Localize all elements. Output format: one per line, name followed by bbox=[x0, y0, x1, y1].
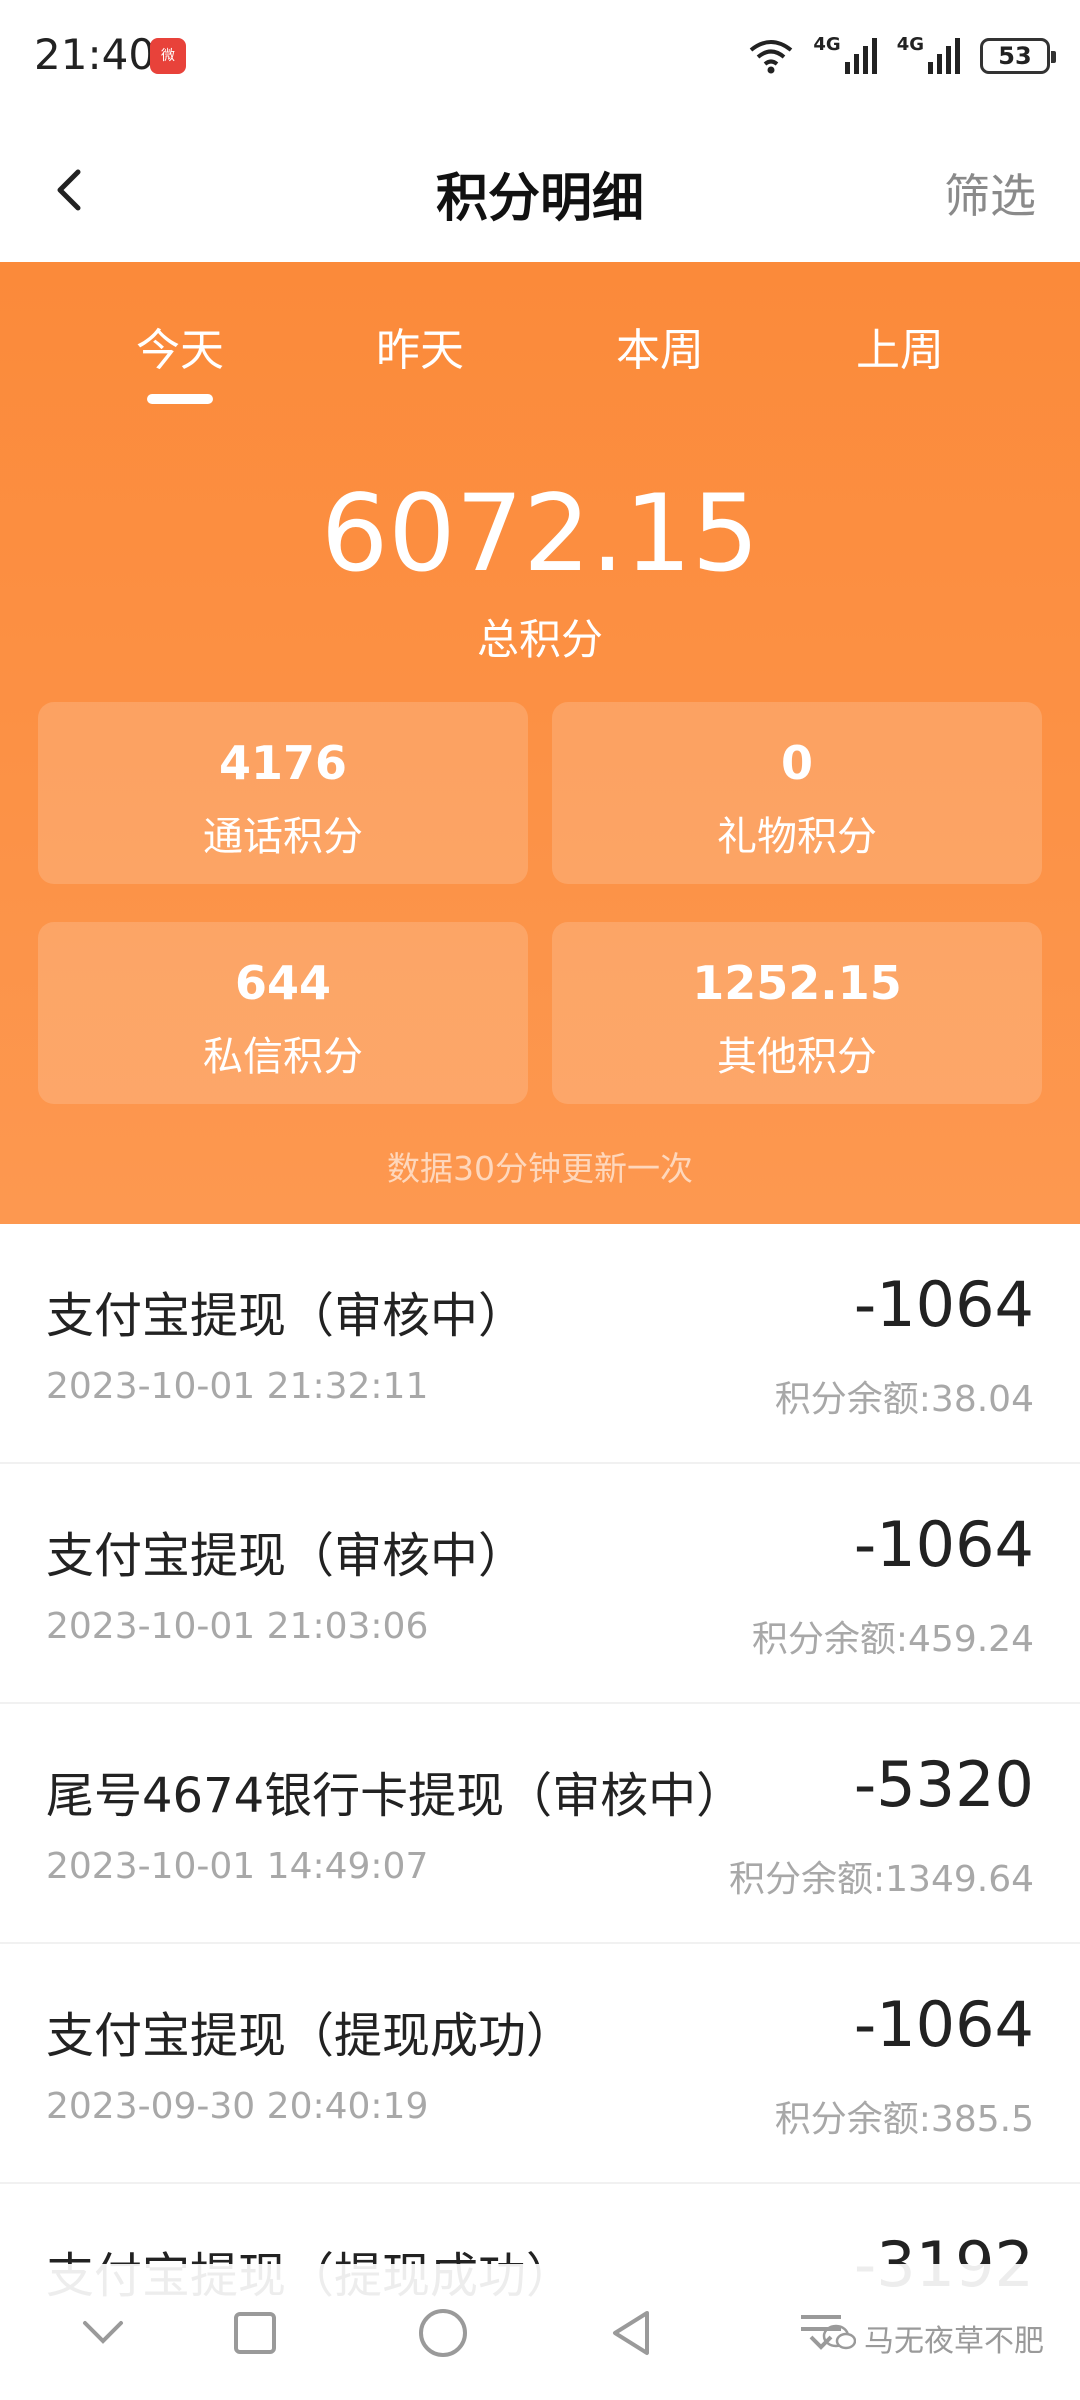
back-triangle-icon[interactable] bbox=[596, 2298, 666, 2368]
filter-button[interactable]: 筛选 bbox=[944, 160, 1036, 226]
record-time: 2023-10-01 21:32:11 bbox=[46, 1366, 429, 1407]
record-title: 支付宝提现（审核中） bbox=[46, 1288, 527, 1344]
home-icon[interactable] bbox=[408, 2298, 478, 2368]
list-item[interactable]: 支付宝提现（审核中） -1064 2023-10-01 21:03:06 积分余… bbox=[0, 1464, 1080, 1704]
system-navigation-bar: 马无夜草不肥 bbox=[0, 2264, 1080, 2400]
gift-points-value: 0 bbox=[780, 736, 813, 790]
record-balance: 积分余额:385.5 bbox=[774, 2099, 1034, 2140]
record-title: 尾号4674银行卡提现（审核中） bbox=[46, 1768, 745, 1824]
page-title: 积分明细 bbox=[435, 169, 644, 229]
chat-bubble-icon bbox=[822, 2324, 856, 2350]
list-item[interactable]: 尾号4674银行卡提现（审核中） -5320 2023-10-01 14:49:… bbox=[0, 1704, 1080, 1944]
points-record-list: 支付宝提现（审核中） -1064 2023-10-01 21:32:11 积分余… bbox=[0, 1224, 1080, 2384]
call-points-value: 4176 bbox=[218, 736, 348, 790]
call-points-card: 4176 通话积分 bbox=[38, 702, 528, 884]
active-tab-indicator bbox=[147, 394, 213, 404]
tab-yesterday[interactable]: 昨天 bbox=[285, 314, 555, 378]
record-amount: -1064 bbox=[853, 1988, 1034, 2061]
tab-this-week[interactable]: 本周 bbox=[525, 314, 795, 378]
gift-points-card: 0 礼物积分 bbox=[552, 702, 1042, 884]
battery-indicator: 53 bbox=[980, 38, 1056, 74]
record-balance: 积分余额:1349.64 bbox=[729, 1859, 1034, 1900]
other-points-value: 1252.15 bbox=[692, 956, 902, 1010]
record-amount: -1064 bbox=[853, 1508, 1034, 1581]
status-bar: 21:40 微 4G 4G 53 bbox=[0, 0, 1080, 120]
record-balance: 积分余额:459.24 bbox=[751, 1619, 1034, 1660]
app-notification-icon: 微 bbox=[150, 38, 186, 74]
page-header: 积分明细 筛选 bbox=[0, 120, 1080, 262]
other-points-card: 1252.15 其他积分 bbox=[552, 922, 1042, 1104]
update-frequency-note: 数据30分钟更新一次 bbox=[387, 1149, 693, 1188]
gift-points-label: 礼物积分 bbox=[717, 814, 877, 860]
record-balance: 积分余额:38.04 bbox=[774, 1379, 1034, 1420]
watermark: 马无夜草不肥 bbox=[822, 2316, 1044, 2360]
wifi-icon bbox=[750, 40, 793, 74]
total-points-value: 6072.15 bbox=[320, 472, 760, 595]
status-time: 21:40 bbox=[34, 30, 156, 79]
signal-icon-2 bbox=[928, 38, 960, 74]
message-points-label: 私信积分 bbox=[203, 1034, 363, 1080]
message-points-card: 644 私信积分 bbox=[38, 922, 528, 1104]
record-time: 2023-09-30 20:40:19 bbox=[46, 2086, 429, 2127]
record-amount: -1064 bbox=[853, 1268, 1034, 1341]
recent-apps-icon[interactable] bbox=[220, 2298, 290, 2368]
chevron-down-icon[interactable] bbox=[68, 2298, 138, 2368]
total-points-label: 总积分 bbox=[476, 615, 603, 664]
record-time: 2023-10-01 14:49:07 bbox=[46, 1846, 429, 1887]
record-time: 2023-10-01 21:03:06 bbox=[46, 1606, 429, 1647]
points-summary: 今天 昨天 本周 上周 6072.15 总积分 4176 通话积分 0 礼物积分… bbox=[0, 262, 1080, 1224]
record-title: 支付宝提现（提现成功） bbox=[46, 2008, 575, 2064]
record-amount: -5320 bbox=[853, 1748, 1034, 1821]
period-tabs: 今天 昨天 本周 上周 bbox=[0, 262, 1080, 422]
list-item[interactable]: 支付宝提现（审核中） -1064 2023-10-01 21:32:11 积分余… bbox=[0, 1224, 1080, 1464]
other-points-label: 其他积分 bbox=[717, 1034, 877, 1080]
message-points-value: 644 bbox=[234, 956, 332, 1010]
tab-today[interactable]: 今天 bbox=[45, 314, 315, 378]
network-type-2: 4G bbox=[896, 34, 924, 55]
status-icons: 4G 4G 53 bbox=[747, 34, 1056, 78]
call-points-label: 通话积分 bbox=[203, 814, 363, 860]
tab-last-week[interactable]: 上周 bbox=[765, 314, 1035, 378]
network-type-1: 4G bbox=[813, 34, 841, 55]
list-item[interactable]: 支付宝提现（提现成功） -1064 2023-09-30 20:40:19 积分… bbox=[0, 1944, 1080, 2184]
watermark-text: 马无夜草不肥 bbox=[864, 2324, 1044, 2359]
record-title: 支付宝提现（审核中） bbox=[46, 1528, 527, 1584]
signal-icon-1 bbox=[844, 38, 877, 74]
